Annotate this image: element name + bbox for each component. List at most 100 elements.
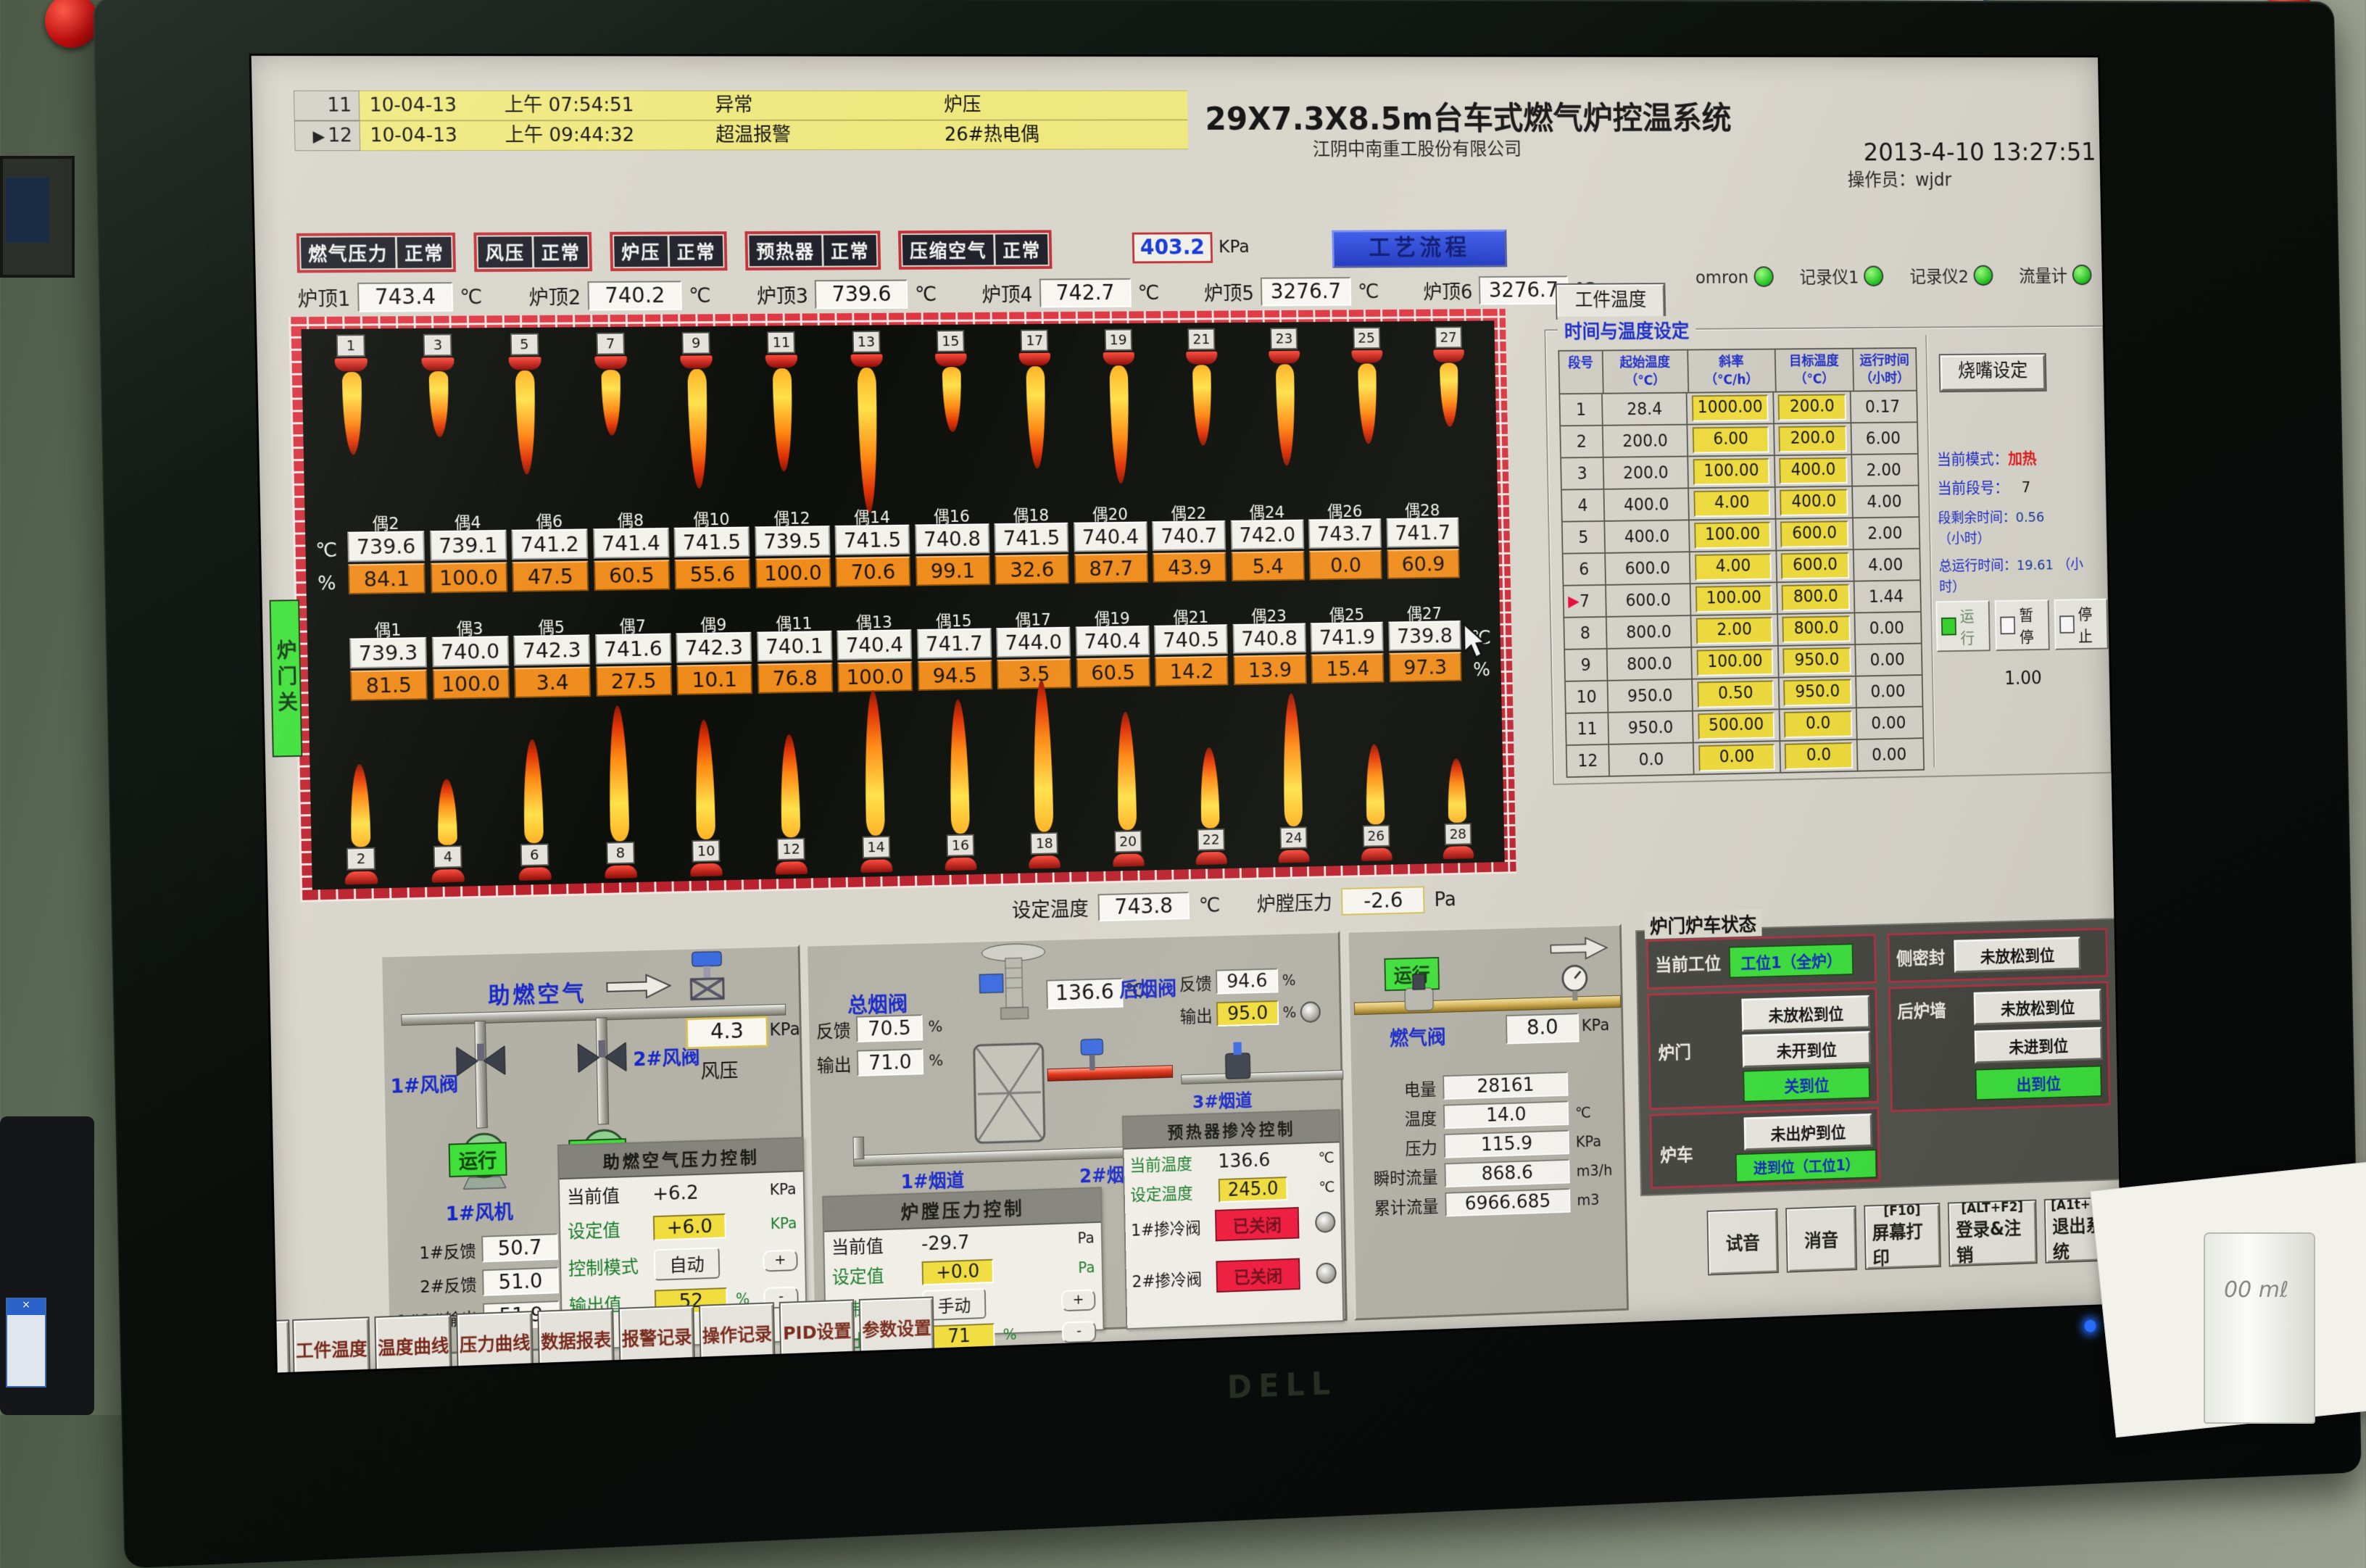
burner: 25 bbox=[1342, 327, 1393, 507]
screen-tab-cut[interactable] bbox=[249, 1319, 291, 1374]
burner-setting-button[interactable]: 烧嘴设定 bbox=[1940, 354, 2045, 391]
green-led-icon bbox=[1864, 266, 1883, 287]
alarm-row[interactable]: ▶12 10-04-13 上午 09:44:32 超温报警 26#热电偶 bbox=[294, 120, 1188, 151]
rate-setpoint[interactable]: 100.00 bbox=[1693, 458, 1770, 485]
burner: 3 bbox=[412, 333, 466, 518]
alarm-date: 10-04-13 bbox=[360, 91, 495, 121]
stop-option[interactable]: 停止 bbox=[2054, 599, 2108, 650]
system-button[interactable]: [F10] 屏幕打印 bbox=[1864, 1203, 1941, 1270]
thermocouple: 偶22 740.7 43.9 bbox=[1151, 499, 1227, 583]
tc-output-percent: 32.6 bbox=[995, 555, 1069, 585]
gas-valve-icon[interactable] bbox=[1396, 971, 1441, 1013]
link-label: omron bbox=[1695, 267, 1749, 287]
rear-output[interactable]: 95.0 bbox=[1216, 1000, 1279, 1026]
schedule-row[interactable]: 2 200.0 6.00 200.0 6.00 bbox=[1559, 423, 1918, 458]
screen-tab[interactable]: 操作记录 bbox=[699, 1302, 776, 1366]
target-temp-setpoint[interactable]: 200.0 bbox=[1779, 426, 1847, 452]
dial-icon[interactable] bbox=[1300, 1001, 1321, 1023]
rate-setpoint[interactable]: 2.00 bbox=[1696, 617, 1773, 644]
thermocouple: 偶28 741.7 60.9 bbox=[1385, 497, 1461, 579]
dial-icon[interactable] bbox=[1315, 1211, 1335, 1233]
alarm-index: ▶12 bbox=[294, 120, 360, 151]
schedule-row[interactable]: 5 400.0 100.00 600.0 2.00 bbox=[1561, 518, 1920, 555]
alarm-row[interactable]: 11 10-04-13 上午 07:54:51 异常 炉压 bbox=[294, 91, 1187, 121]
divider bbox=[1925, 335, 1935, 768]
setpoint-input[interactable]: +6.0 bbox=[653, 1213, 726, 1240]
set-temp-unit: ℃ bbox=[1198, 893, 1220, 917]
pause-option[interactable]: 暂停 bbox=[1995, 600, 2050, 651]
workpiece-temp-button[interactable]: 工件温度 bbox=[1557, 284, 1665, 318]
rate-setpoint[interactable]: 100.00 bbox=[1695, 585, 1772, 613]
system-button[interactable]: [ALT+F2] 登录&注销 bbox=[1948, 1199, 2038, 1266]
target-temp-setpoint[interactable]: 800.0 bbox=[1782, 615, 1851, 643]
target-temp-setpoint[interactable]: 950.0 bbox=[1782, 647, 1851, 675]
schedule-row[interactable]: 3 200.0 100.00 400.0 2.00 bbox=[1560, 455, 1919, 491]
schedule-row[interactable]: 12 0.0 0.00 0.0 0.00 bbox=[1566, 739, 1925, 778]
feedback-value: 51.0 bbox=[482, 1267, 559, 1296]
screen-tab[interactable]: 工件温度 bbox=[292, 1316, 370, 1374]
target-temp-setpoint[interactable]: 400.0 bbox=[1779, 457, 1847, 484]
door-status: 未开到位 bbox=[1742, 1031, 1871, 1068]
rate-setpoint[interactable]: 1000.00 bbox=[1692, 394, 1769, 421]
schedule-row[interactable]: 6 600.0 4.00 600.0 4.00 bbox=[1562, 549, 1921, 586]
rate-setpoint[interactable]: 0.50 bbox=[1698, 681, 1774, 708]
rate-setpoint[interactable]: 4.00 bbox=[1693, 490, 1770, 518]
alarm-source: 炉压 bbox=[934, 91, 1187, 120]
current-segment-icon: ▶ bbox=[1568, 592, 1580, 610]
rate-setpoint[interactable]: 6.00 bbox=[1693, 426, 1769, 453]
system-button[interactable]: 试音 bbox=[1706, 1208, 1779, 1276]
flame-icon bbox=[523, 739, 544, 844]
process-flow-button[interactable]: 工艺流程 bbox=[1332, 230, 1507, 268]
tc-name: 偶20 bbox=[1092, 501, 1128, 523]
run-option[interactable]: 运行 bbox=[1935, 600, 1991, 652]
preheater-set-temp[interactable]: 245.0 bbox=[1219, 1177, 1288, 1203]
rear-valve-icon[interactable] bbox=[1219, 1037, 1257, 1082]
screen-tab[interactable]: 数据报表 bbox=[537, 1308, 615, 1372]
burner-nozzle-icon bbox=[605, 865, 637, 879]
increase-button[interactable]: + bbox=[763, 1250, 798, 1272]
screen-tab[interactable]: 压力曲线 bbox=[456, 1311, 534, 1374]
target-temp-setpoint[interactable]: 200.0 bbox=[1778, 394, 1846, 420]
car-status: 进到位（工位1） bbox=[1735, 1149, 1877, 1182]
schedule-row[interactable]: 1 28.4 1000.00 200.0 0.17 bbox=[1558, 391, 1917, 427]
target-temp-setpoint[interactable]: 600.0 bbox=[1780, 520, 1848, 547]
tc-output-percent: 100.0 bbox=[755, 557, 831, 589]
fan1-label: 1#风机 bbox=[445, 1196, 513, 1227]
screen-tab[interactable]: 温度曲线 bbox=[374, 1314, 452, 1374]
rate-setpoint[interactable]: 100.00 bbox=[1697, 649, 1774, 676]
roof-label: 炉顶2 bbox=[528, 282, 581, 311]
rate-setpoint[interactable]: 0.00 bbox=[1698, 744, 1775, 771]
system-button[interactable]: 消音 bbox=[1785, 1206, 1857, 1273]
rate-setpoint[interactable]: 500.00 bbox=[1698, 712, 1774, 739]
emergency-button[interactable] bbox=[45, 0, 99, 48]
setpoint-input[interactable]: +0.0 bbox=[922, 1259, 994, 1286]
rate-setpoint[interactable]: 100.00 bbox=[1694, 522, 1771, 549]
mode-button[interactable]: 自动 bbox=[654, 1247, 721, 1280]
button-label: 消音 bbox=[1804, 1226, 1839, 1253]
butterfly-valve-icon[interactable] bbox=[452, 1042, 510, 1081]
current-value: +6.2 bbox=[652, 1181, 699, 1205]
screen-tab[interactable]: 参数设置 bbox=[859, 1296, 935, 1360]
target-temp-setpoint[interactable]: 0.0 bbox=[1784, 710, 1852, 738]
target-temp-setpoint[interactable]: 800.0 bbox=[1782, 584, 1850, 612]
dial-icon[interactable] bbox=[1316, 1262, 1336, 1284]
mode-row: 当前模式：加热 bbox=[1937, 448, 2099, 470]
target-temp-setpoint[interactable]: 600.0 bbox=[1781, 552, 1849, 579]
rate-setpoint[interactable]: 4.00 bbox=[1695, 553, 1772, 581]
butterfly-valve-icon[interactable] bbox=[573, 1038, 631, 1077]
burner: 9 bbox=[671, 332, 723, 515]
increase-button[interactable]: + bbox=[1061, 1289, 1096, 1311]
tc-name: 偶15 bbox=[936, 607, 972, 629]
burner-nozzle-icon bbox=[776, 861, 808, 875]
schedule-row[interactable]: 4 400.0 4.00 400.0 4.00 bbox=[1561, 486, 1919, 522]
target-temp-setpoint[interactable]: 950.0 bbox=[1783, 679, 1851, 707]
decrease-button[interactable]: - bbox=[1062, 1321, 1097, 1343]
target-temp-setpoint[interactable]: 400.0 bbox=[1780, 489, 1848, 516]
screen-tab[interactable]: PID设置 bbox=[779, 1299, 855, 1363]
flue-output: 71.0 bbox=[857, 1048, 923, 1077]
flame-icon bbox=[428, 371, 449, 437]
thermocouple: 偶3 740.0 100.0 bbox=[431, 614, 510, 700]
screen-tab[interactable]: 报警记录 bbox=[618, 1305, 695, 1369]
target-temp-setpoint[interactable]: 0.0 bbox=[1785, 742, 1853, 770]
tc-name: 偶14 bbox=[854, 504, 890, 526]
